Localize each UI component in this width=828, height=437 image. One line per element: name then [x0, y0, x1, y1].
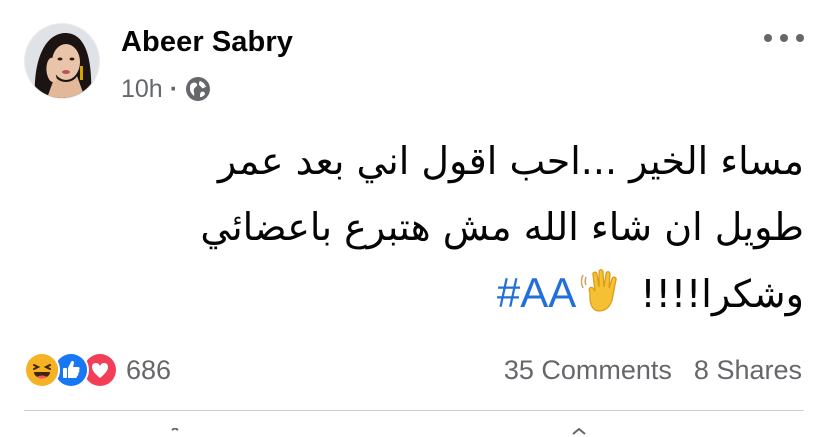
waving-hand-icon [580, 267, 624, 315]
engagement-stats: 35 Comments 8 Shares [504, 352, 802, 388]
comments-count-link[interactable]: 35 Comments [504, 355, 672, 386]
post-text-line: طويل ان شاء الله مش هتبرع باعضائي [200, 205, 804, 249]
haha-icon [24, 352, 60, 388]
avatar-image [25, 24, 99, 98]
post-text-line: وشكرا!!!! [640, 272, 804, 316]
hashtag-link[interactable]: #AA [497, 269, 576, 316]
post-text-line: مساء الخير ...احب اقول اني بعد عمر [217, 139, 804, 183]
post-text-last-line: وشكرا!!!! #AA [44, 260, 804, 327]
meta-separator: · [169, 74, 179, 103]
shares-count-link[interactable]: 8 Shares [694, 355, 802, 386]
author-name[interactable]: Abeer Sabry [121, 26, 293, 59]
reaction-icons[interactable] [24, 352, 118, 388]
post-text: مساء الخير ...احب اقول اني بعد عمر طويل … [44, 128, 804, 327]
globe-icon[interactable] [185, 76, 211, 102]
more-dot [764, 34, 772, 42]
facebook-post: Abeer Sabry 10h · مساء الخير ...احب اقول… [0, 0, 828, 437]
reaction-count[interactable]: 686 [126, 355, 171, 386]
post-timestamp[interactable]: 10h [121, 75, 163, 104]
post-meta: 10h · [121, 73, 211, 105]
more-options-icon[interactable] [764, 30, 804, 46]
reactions-summary: 686 [24, 352, 171, 388]
more-dot [796, 34, 804, 42]
more-dot [780, 34, 788, 42]
footer-divider [24, 410, 804, 411]
like-action-icon[interactable] [160, 428, 190, 437]
author-avatar[interactable] [25, 24, 99, 98]
share-action-icon[interactable] [563, 428, 593, 437]
